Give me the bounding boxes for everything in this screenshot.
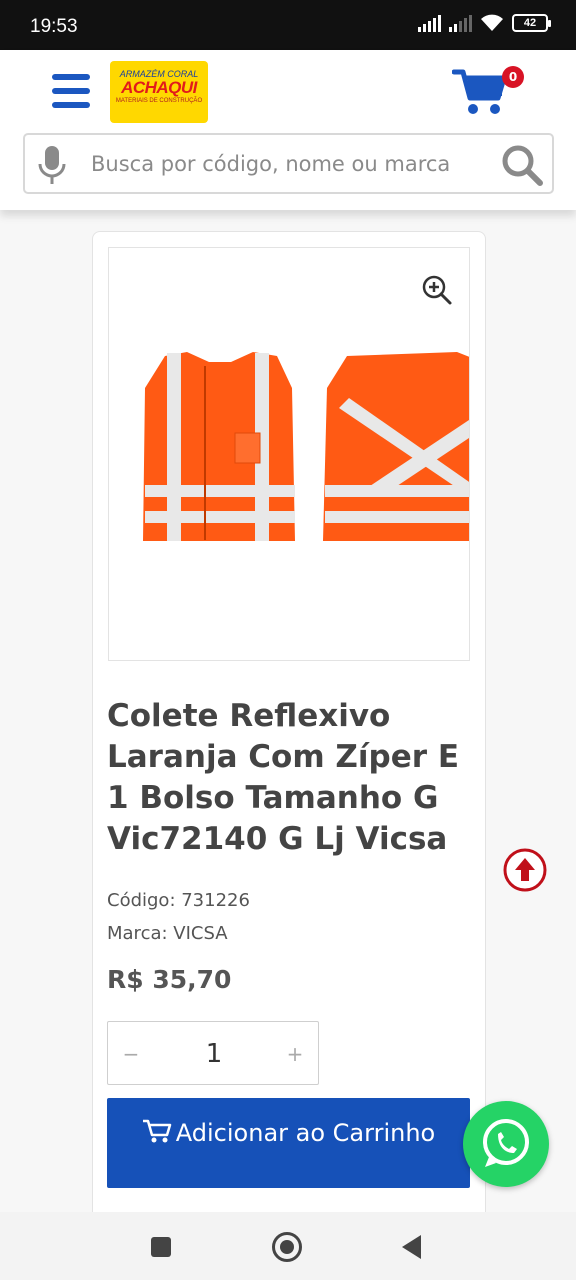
cart-icon [142,1119,172,1143]
arrow-up-icon[interactable] [502,847,548,893]
cart-button[interactable]: 0 [451,66,524,118]
product-title: Colete Reflexivo Laranja Com Zíper E 1 B… [107,698,460,857]
search-input[interactable] [91,145,491,183]
status-bar: 19:53 42 [0,0,576,50]
quantity-value[interactable]: 1 [168,1032,260,1076]
system-nav-bar [0,1212,576,1280]
add-to-cart-label: Adicionar ao Carrinho [175,1119,436,1147]
battery-icon: 42 [512,14,551,32]
quantity-stepper: − 1 + [107,1021,319,1085]
status-time: 19:53 [30,16,78,37]
logo-line3: MATERIAIS DE CONSTRUÇÃO [115,98,203,104]
product-image [143,352,469,541]
cart-icon [451,69,507,114]
logo-line2: ACHAQUI [121,78,197,97]
product-code: Código: 731226 [107,890,250,911]
product-price: R$ 35,70 [107,965,232,994]
store-logo[interactable]: ARMAZÉM CORAL ACHAQUI MATERIAIS DE CONST… [110,61,208,123]
wifi-icon [481,14,503,31]
menu-icon[interactable] [52,74,90,108]
whatsapp-button[interactable] [463,1101,549,1187]
home-button[interactable] [272,1232,302,1262]
cart-count-badge: 0 [502,66,524,88]
search-icon[interactable] [500,143,544,187]
whatsapp-icon [483,1119,529,1167]
product-brand: Marca: VICSA [107,923,228,944]
signal-2-icon [449,14,472,32]
decrease-quantity-button[interactable]: − [116,1036,146,1072]
status-icons: 42 [418,14,551,32]
zoom-in-icon[interactable] [421,274,453,306]
back-button[interactable] [402,1235,421,1259]
recent-apps-button[interactable] [151,1237,171,1257]
signal-icon [418,14,441,32]
add-to-cart-button[interactable]: Adicionar ao Carrinho [107,1098,470,1188]
search-bar [23,133,554,194]
microphone-icon[interactable] [35,144,69,186]
product-image-gallery[interactable] [108,247,470,661]
header: ARMAZÉM CORAL ACHAQUI MATERIAIS DE CONST… [0,50,576,210]
increase-quantity-button[interactable]: + [280,1036,310,1072]
